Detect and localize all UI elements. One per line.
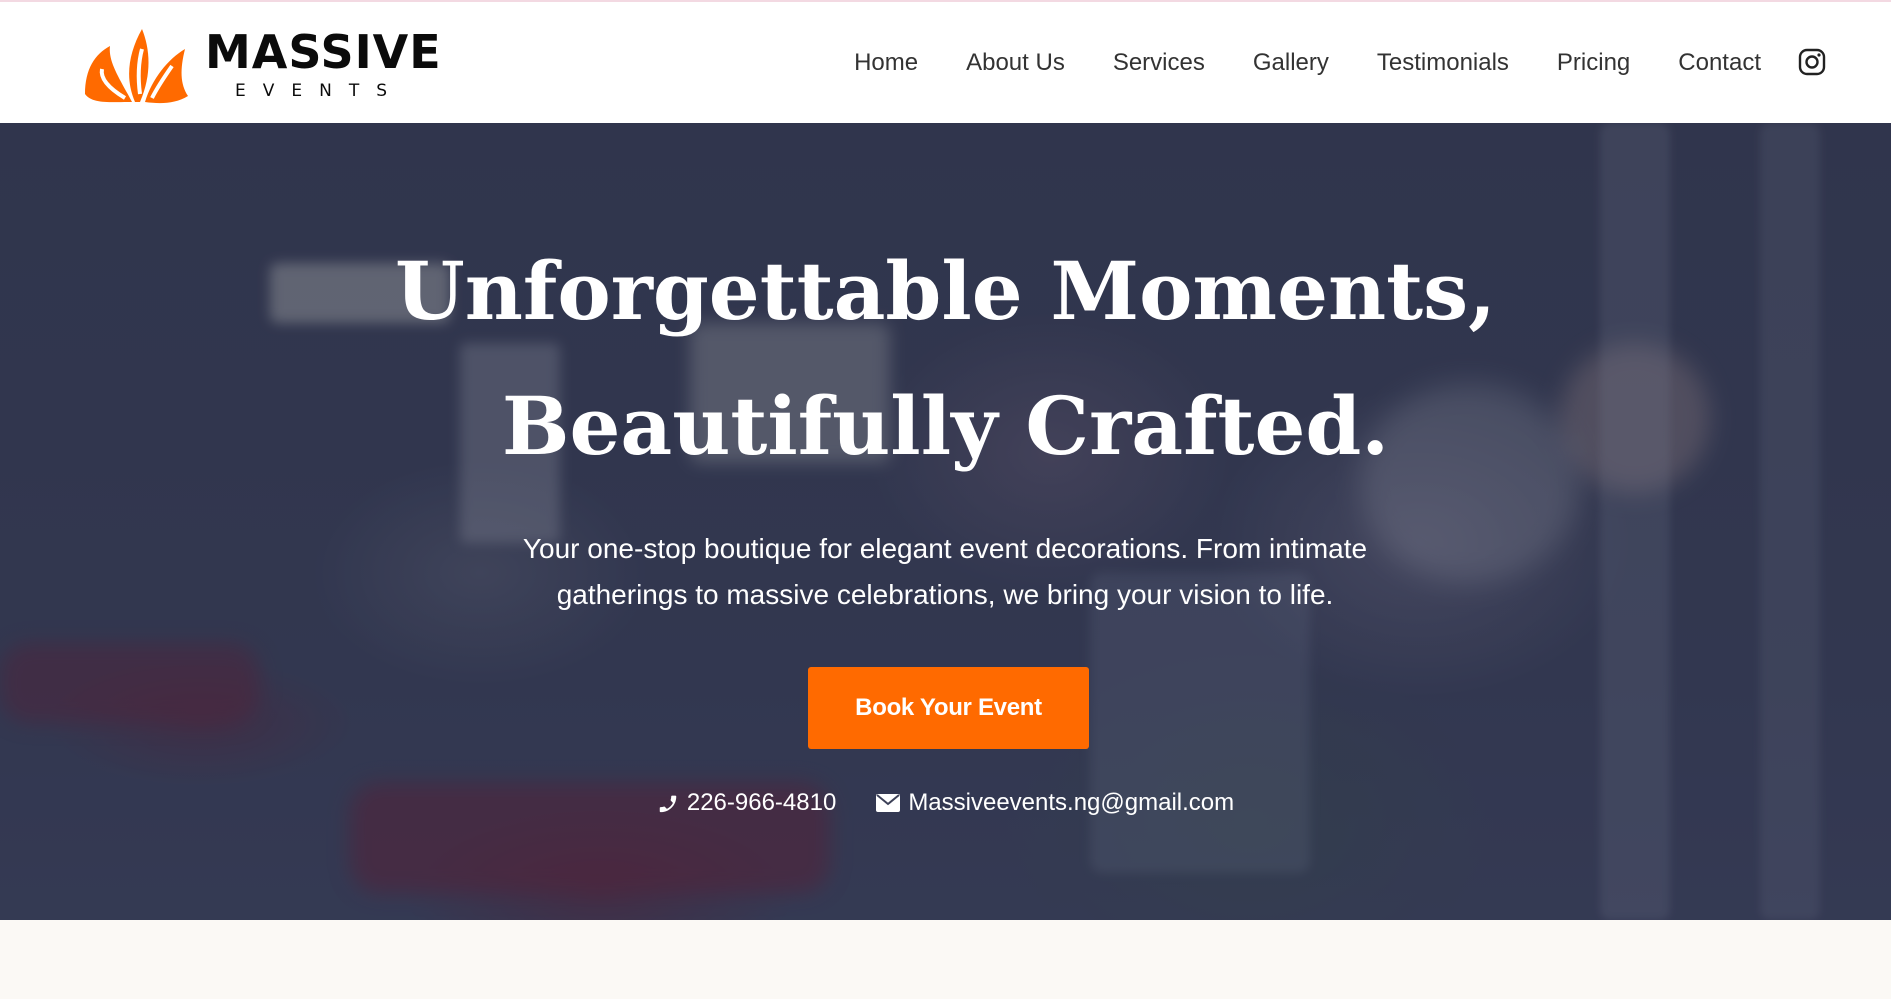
nav-item-services[interactable]: Services (1113, 49, 1205, 77)
nav-item-testimonials[interactable]: Testimonials (1377, 49, 1509, 77)
instagram-icon[interactable] (1798, 48, 1826, 76)
phone-number: 226-966-4810 (686, 789, 837, 816)
envelope-icon (876, 794, 901, 812)
next-section (0, 920, 1891, 999)
nav-item-contact[interactable]: Contact (1678, 49, 1761, 77)
nav-item-home[interactable]: Home (854, 49, 918, 77)
hero-subtitle: Your one-stop boutique for elegant event… (445, 526, 1445, 618)
brand-tagline: EVENTS (235, 81, 405, 101)
logo-flame-icon (85, 29, 188, 104)
nav-item-about-us[interactable]: About Us (966, 49, 1065, 77)
hero-title-line-1: Unforgettable Moments, (395, 244, 1496, 338)
site-header: MASSIVE EVENTS Home About Us Services Ga… (0, 2, 1891, 123)
email-link[interactable]: Massiveevents.ng@gmail.com (876, 789, 1234, 817)
phone-icon (659, 795, 677, 813)
hero-title-line-2: Beautifully Crafted. (501, 379, 1390, 473)
hero-section: Unforgettable Moments, Beautifully Craft… (0, 123, 1891, 920)
book-your-event-button[interactable]: Book Your Event (808, 667, 1089, 749)
brand-name: MASSIVE (205, 25, 442, 79)
hero-contact-row: 226-966-4810 Massiveevents.ng@gmail.com (0, 789, 1891, 817)
email-address: Massiveevents.ng@gmail.com (908, 789, 1235, 816)
main-nav: Home About Us Services Gallery Testimoni… (806, 2, 1761, 123)
phone-link[interactable]: 226-966-4810 (657, 789, 836, 817)
nav-item-gallery[interactable]: Gallery (1253, 49, 1329, 77)
hero-subtitle-line-1: Your one-stop boutique for elegant event… (522, 533, 1368, 564)
hero-subtitle-line-2: gatherings to massive celebrations, we b… (556, 579, 1334, 610)
brand-logo[interactable]: MASSIVE EVENTS (80, 24, 442, 106)
nav-item-pricing[interactable]: Pricing (1557, 49, 1630, 77)
